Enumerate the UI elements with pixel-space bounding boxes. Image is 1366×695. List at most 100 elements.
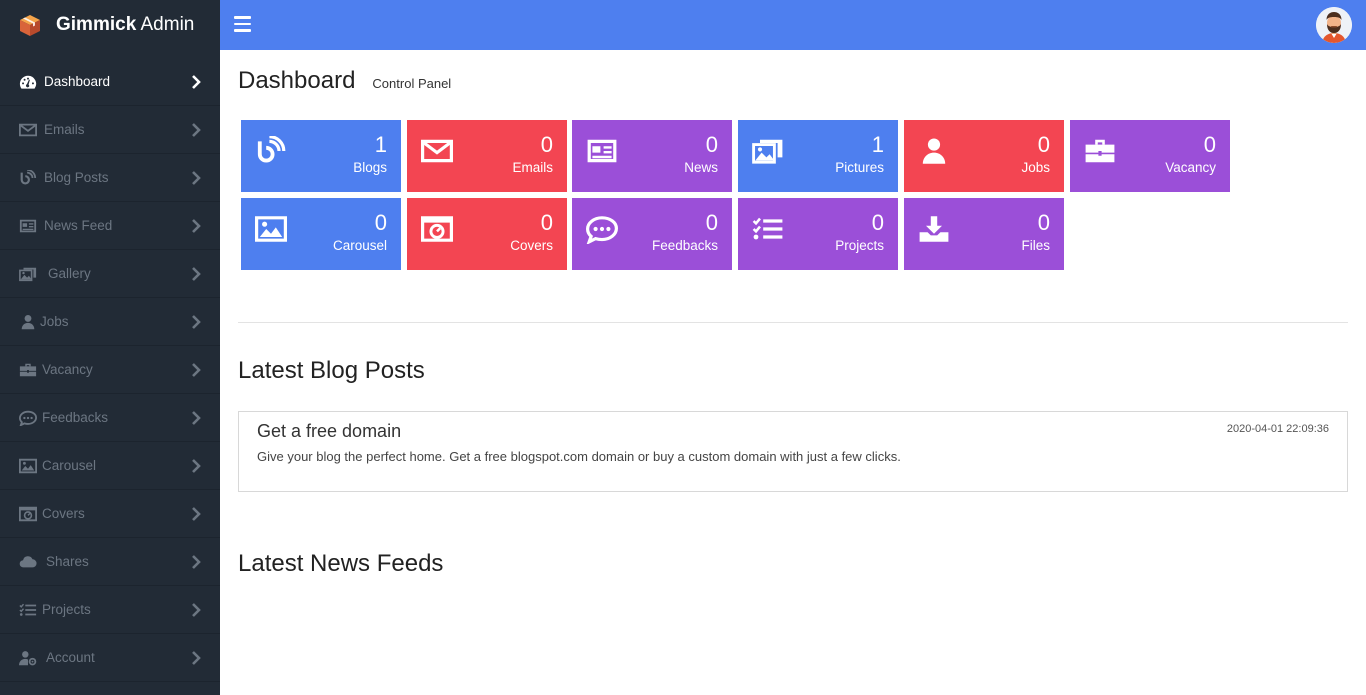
page-subtitle: Control Panel [372,76,452,91]
sidebar-item-gallery[interactable]: Gallery [0,250,220,298]
images-icon [18,266,38,282]
sidebar-nav: Dashboard Emails Blog Posts News Feed Ga… [0,58,220,682]
tile-value: 0 [871,210,884,235]
blog-post-timestamp: 2020-04-01 22:09:36 [1226,423,1329,435]
latest-news-feeds-heading: Latest News Feeds [238,550,444,577]
brand-name: Gimmick Admin [56,14,195,35]
sidebar-item-blog-posts[interactable]: Blog Posts [0,154,220,202]
cover-icon [18,506,38,522]
briefcase-icon [1084,136,1116,166]
user-tie-icon [918,136,950,166]
tile-value: 0 [1037,210,1050,235]
sidebar-item-jobs[interactable]: Jobs [0,298,220,346]
tile-projects[interactable]: 0 Projects [738,198,898,270]
cloud-icon [18,554,38,570]
comment-dots-icon [18,410,38,426]
tile-label: Feedbacks [651,238,718,253]
briefcase-icon [18,362,38,378]
chevron-right-icon [190,74,202,89]
sidebar-item-vacancy[interactable]: Vacancy [0,346,220,394]
tile-label: Covers [510,238,553,253]
page-header: Dashboard Control Panel [238,50,1348,112]
tile-value: 0 [705,210,718,235]
tile-value: 0 [1037,132,1050,157]
sidebar-item-projects[interactable]: Projects [0,586,220,634]
sidebar-item-label: Carousel [42,458,97,473]
latest-blog-posts-heading: Latest Blog Posts [238,357,425,384]
sidebar-item-feedbacks[interactable]: Feedbacks [0,394,220,442]
tile-pictures[interactable]: 1 Pictures [738,120,898,192]
sidebar-item-label: Covers [42,506,85,521]
tile-files[interactable]: 0 Files [904,198,1064,270]
tachometer-icon [18,74,38,90]
chevron-right-icon [190,458,202,473]
blog-post-title: Get a free domain [257,421,402,441]
avatar-icon [1316,7,1352,43]
chevron-right-icon [190,554,202,569]
sidebar-item-label: Vacancy [42,362,93,377]
tile-label: Blogs [353,160,387,175]
tile-carousel[interactable]: 0 Carousel [241,198,401,270]
tile-value: 0 [705,132,718,157]
sidebar-item-dashboard[interactable]: Dashboard [0,58,220,106]
tile-label: Pictures [835,160,884,175]
stat-tiles: 1 Blogs 0 Emails 0 News 1 Pictures 0 Job… [238,112,1348,272]
page-title: Dashboard [238,67,356,94]
chevron-right-icon [190,362,202,377]
sidebar-item-covers[interactable]: Covers [0,490,220,538]
sidebar-item-label: News Feed [44,218,113,233]
tasks-icon [752,214,784,244]
tile-value: 0 [1203,132,1216,157]
chevron-right-icon [190,506,202,521]
chevron-right-icon [190,650,202,665]
tile-label: News [684,160,718,175]
blog-icon [18,170,38,186]
tile-blogs[interactable]: 1 Blogs [241,120,401,192]
tile-jobs[interactable]: 0 Jobs [904,120,1064,192]
tile-label: Vacancy [1165,160,1216,175]
newspaper-icon [18,218,38,234]
sidebar-item-label: Jobs [40,314,69,329]
tile-news[interactable]: 0 News [572,120,732,192]
tile-covers[interactable]: 0 Covers [407,198,567,270]
tile-label: Emails [512,160,553,175]
sidebar-item-carousel[interactable]: Carousel [0,442,220,490]
chevron-right-icon [190,218,202,233]
chevron-right-icon [190,170,202,185]
sidebar-item-label: Projects [42,602,91,617]
comment-dots-icon [586,214,618,244]
user-tie-icon [18,314,38,330]
newspaper-icon [586,136,618,166]
user-avatar[interactable] [1316,7,1352,43]
tile-label: Projects [835,238,884,253]
tile-vacancy[interactable]: 0 Vacancy [1070,120,1230,192]
brand[interactable]: Gimmick Admin [0,0,220,50]
sidebar-item-shares[interactable]: Shares [0,538,220,586]
blog-post-card[interactable]: Get a free domain 2020-04-01 22:09:36 Gi… [238,411,1348,492]
sidebar: Gimmick Admin Dashboard Emails Blog Post… [0,0,220,695]
chevron-right-icon [190,410,202,425]
box-logo-icon [20,15,40,36]
sidebar-item-emails[interactable]: Emails [0,106,220,154]
download-icon [918,214,950,244]
menu-toggle-icon[interactable] [234,16,251,32]
sidebar-item-label: Dashboard [44,74,111,89]
tile-value: 1 [871,132,884,157]
sidebar-item-news-feed[interactable]: News Feed [0,202,220,250]
sidebar-item-label: Gallery [48,266,91,281]
tile-value: 0 [374,210,387,235]
blog-post-excerpt: Give your blog the perfect home. Get a f… [257,449,901,464]
tile-emails[interactable]: 0 Emails [407,120,567,192]
tasks-icon [18,602,38,618]
sidebar-item-label: Emails [44,122,85,137]
sidebar-item-label: Account [46,650,95,665]
tile-label: Files [1021,238,1050,253]
user-cog-icon [18,650,38,666]
chevron-right-icon [190,314,202,329]
sidebar-item-account[interactable]: Account [0,634,220,682]
envelope-icon [18,122,38,138]
chevron-right-icon [190,602,202,617]
tile-feedbacks[interactable]: 0 Feedbacks [572,198,732,270]
sidebar-item-label: Shares [46,554,89,569]
image-icon [255,214,287,244]
